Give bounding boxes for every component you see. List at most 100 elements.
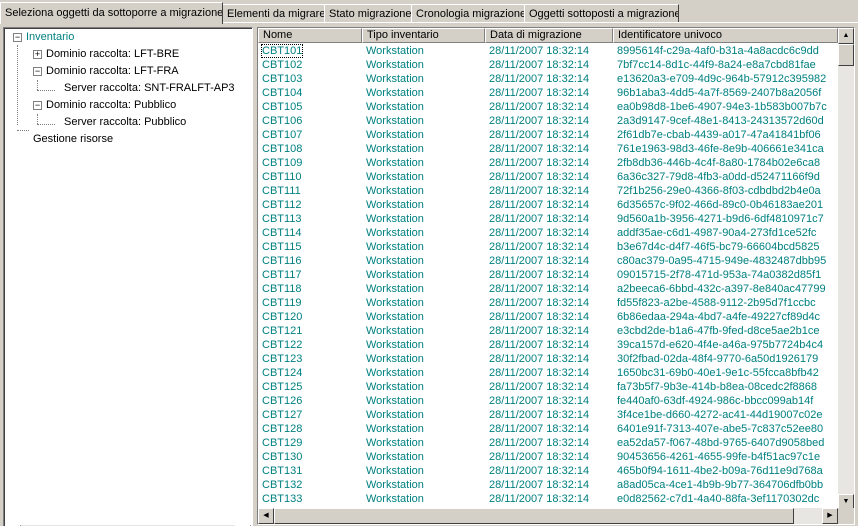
- table-row[interactable]: CBT118 Workstation 28/11/2007 18:32:14 a2be…: [258, 282, 838, 296]
- table-cell: CBT108: [258, 142, 362, 156]
- tree-item-resource-management[interactable]: Gestione risorse: [33, 131, 113, 147]
- table-row[interactable]: CBT109 Workstation 28/11/2007 18:32:14 2fb8…: [258, 156, 838, 170]
- table-cell: 28/11/2007 18:32:14: [485, 380, 613, 394]
- cell-text: Workstation: [366, 479, 424, 491]
- scrollbar-thumb[interactable]: [274, 508, 794, 524]
- cell-text: 30f2fbad-02da-48f4-9770-6a50d1926179: [617, 353, 819, 365]
- table-cell: Workstation: [362, 254, 485, 268]
- tree-item-domain-lft-bre[interactable]: Dominio raccolta: LFT-BRE: [46, 46, 179, 62]
- tree-item-server-pubblico[interactable]: Server raccolta: Pubblico: [64, 114, 186, 130]
- table-cell: 28/11/2007 18:32:14: [485, 296, 613, 310]
- table-row[interactable]: CBT132 Workstation 28/11/2007 18:32:14 a8ad…: [258, 478, 838, 492]
- table-cell: 28/11/2007 18:32:14: [485, 366, 613, 380]
- table-row[interactable]: CBT105 Workstation 28/11/2007 18:32:14 ea0b…: [258, 100, 838, 114]
- scroll-left-icon[interactable]: ◀: [258, 508, 274, 524]
- table-cell: CBT133: [258, 492, 362, 506]
- cell-text: 28/11/2007 18:32:14: [489, 437, 590, 449]
- table-cell: 28/11/2007 18:32:14: [485, 86, 613, 100]
- cell-text: Workstation: [366, 409, 424, 421]
- column-header-3[interactable]: Data di migrazione: [485, 28, 613, 43]
- tab-3[interactable]: Stato migrazione: [324, 4, 412, 23]
- table-cell: CBT122: [258, 338, 362, 352]
- collapse-icon[interactable]: −: [13, 33, 22, 42]
- grid-horizontal-scrollbar[interactable]: ◀ ▶: [258, 508, 838, 524]
- table-cell: ea52da57-f067-48bd-9765-6407d9058bed: [613, 436, 838, 450]
- table-row[interactable]: CBT117 Workstation 28/11/2007 18:32:14 0901…: [258, 268, 838, 282]
- tab-2[interactable]: Elementi da migrare: [222, 4, 325, 23]
- grid-vertical-scrollbar[interactable]: ▲ ▼: [838, 28, 854, 524]
- cell-text: Workstation: [366, 241, 424, 253]
- table-row[interactable]: CBT129 Workstation 28/11/2007 18:32:14 ea52…: [258, 436, 838, 450]
- tree-item-inventory[interactable]: Inventario: [26, 29, 74, 45]
- cell-text: 28/11/2007 18:32:14: [489, 423, 590, 435]
- table-cell: CBT110: [258, 170, 362, 184]
- table-row[interactable]: CBT110 Workstation 28/11/2007 18:32:14 6a36…: [258, 170, 838, 184]
- table-row[interactable]: CBT121 Workstation 28/11/2007 18:32:14 e3cb…: [258, 324, 838, 338]
- table-row[interactable]: CBT123 Workstation 28/11/2007 18:32:14 30f2…: [258, 352, 838, 366]
- table-row[interactable]: CBT101 Workstation 28/11/2007 18:32:14 8995…: [258, 44, 838, 58]
- tree-item-domain-lft-fra[interactable]: Dominio raccolta: LFT-FRA: [46, 63, 179, 79]
- scroll-right-icon[interactable]: ▶: [822, 508, 838, 524]
- migration-grid[interactable]: Nome Tipo inventario Data di migrazione Ide…: [257, 27, 855, 525]
- table-row[interactable]: CBT113 Workstation 28/11/2007 18:32:14 9d56…: [258, 212, 838, 226]
- collapse-icon[interactable]: −: [33, 101, 42, 110]
- table-row[interactable]: CBT116 Workstation 28/11/2007 18:32:14 c80a…: [258, 254, 838, 268]
- table-cell: CBT126: [258, 394, 362, 408]
- table-row[interactable]: CBT103 Workstation 28/11/2007 18:32:14 e136…: [258, 72, 838, 86]
- cell-text: Workstation: [366, 381, 424, 393]
- table-cell: CBT123: [258, 352, 362, 366]
- cell-text: 28/11/2007 18:32:14: [489, 213, 590, 225]
- table-cell: Workstation: [362, 240, 485, 254]
- table-row[interactable]: CBT114 Workstation 28/11/2007 18:32:14 addf…: [258, 226, 838, 240]
- cell-text: 96b1aba3-4dd5-4a7f-8569-2407b8a2056f: [617, 87, 822, 99]
- table-row[interactable]: CBT127 Workstation 28/11/2007 18:32:14 3f4c…: [258, 408, 838, 422]
- table-row[interactable]: CBT131 Workstation 28/11/2007 18:32:14 465b…: [258, 464, 838, 478]
- cell-text: Workstation: [366, 73, 424, 85]
- tab-1[interactable]: Seleziona oggetti da sottoporre a migraz…: [0, 2, 223, 24]
- inventory-tree[interactable]: − Inventario + Dominio raccolta: LFT-BRE…: [3, 27, 253, 526]
- collapse-icon[interactable]: −: [33, 67, 42, 76]
- table-cell: Workstation: [362, 114, 485, 128]
- table-cell: fa73b5f7-9b3e-414b-b8ea-08cedc2f8868: [613, 380, 838, 394]
- cell-text: CBT107: [262, 129, 303, 141]
- scrollbar-thumb[interactable]: [838, 44, 854, 66]
- column-header-1[interactable]: Nome: [258, 28, 362, 43]
- table-cell: e3cbd2de-b1a6-47fb-9fed-d8ce5ae2b1ce: [613, 324, 838, 338]
- table-cell: CBT112: [258, 198, 362, 212]
- table-cell: 28/11/2007 18:32:14: [485, 254, 613, 268]
- table-row[interactable]: CBT106 Workstation 28/11/2007 18:32:14 2a3d…: [258, 114, 838, 128]
- tab-4[interactable]: Cronologia migrazione: [411, 4, 525, 23]
- column-header-4[interactable]: Identificatore univoco: [613, 28, 838, 43]
- expand-icon[interactable]: +: [33, 50, 42, 59]
- cell-text: Workstation: [366, 325, 424, 337]
- table-row[interactable]: CBT133 Workstation 28/11/2007 18:32:14 e0d8…: [258, 492, 838, 506]
- cell-text: CBT118: [262, 283, 302, 295]
- tree-item-domain-pubblico[interactable]: Dominio raccolta: Pubblico: [46, 97, 176, 113]
- table-row[interactable]: CBT130 Workstation 28/11/2007 18:32:14 9045…: [258, 450, 838, 464]
- table-row[interactable]: CBT107 Workstation 28/11/2007 18:32:14 2f61…: [258, 128, 838, 142]
- table-row[interactable]: CBT119 Workstation 28/11/2007 18:32:14 fd55…: [258, 296, 838, 310]
- table-cell: a8ad05ca-4ce1-4b9b-9b77-364706dfb0bb: [613, 478, 838, 492]
- table-cell: 28/11/2007 18:32:14: [485, 240, 613, 254]
- table-row[interactable]: CBT128 Workstation 28/11/2007 18:32:14 6401…: [258, 422, 838, 436]
- table-cell: c80ac379-0a95-4715-949e-4832487dbb95: [613, 254, 838, 268]
- table-row[interactable]: CBT111 Workstation 28/11/2007 18:32:14 72f1…: [258, 184, 838, 198]
- table-cell: 28/11/2007 18:32:14: [485, 436, 613, 450]
- table-row[interactable]: CBT122 Workstation 28/11/2007 18:32:14 39ca…: [258, 338, 838, 352]
- scroll-up-icon[interactable]: ▲: [838, 28, 854, 44]
- table-row[interactable]: CBT112 Workstation 28/11/2007 18:32:14 6d35…: [258, 198, 838, 212]
- table-row[interactable]: CBT108 Workstation 28/11/2007 18:32:14 761e…: [258, 142, 838, 156]
- cell-text: 28/11/2007 18:32:14: [489, 171, 590, 183]
- table-row[interactable]: CBT120 Workstation 28/11/2007 18:32:14 6b86…: [258, 310, 838, 324]
- table-row[interactable]: CBT104 Workstation 28/11/2007 18:32:14 96b1…: [258, 86, 838, 100]
- table-row[interactable]: CBT115 Workstation 28/11/2007 18:32:14 b3e6…: [258, 240, 838, 254]
- cell-text: 28/11/2007 18:32:14: [489, 115, 590, 127]
- column-header-2[interactable]: Tipo inventario: [362, 28, 485, 43]
- table-row[interactable]: CBT124 Workstation 28/11/2007 18:32:14 1650…: [258, 366, 838, 380]
- tab-5[interactable]: Oggetti sottoposti a migrazione: [524, 4, 679, 23]
- table-row[interactable]: CBT102 Workstation 28/11/2007 18:32:14 7bf7…: [258, 58, 838, 72]
- table-row[interactable]: CBT126 Workstation 28/11/2007 18:32:14 fe44…: [258, 394, 838, 408]
- cell-text: Workstation: [366, 171, 424, 183]
- tree-item-server-snt-fralft-ap3[interactable]: Server raccolta: SNT-FRALFT-AP3: [64, 80, 235, 96]
- table-row[interactable]: CBT125 Workstation 28/11/2007 18:32:14 fa73…: [258, 380, 838, 394]
